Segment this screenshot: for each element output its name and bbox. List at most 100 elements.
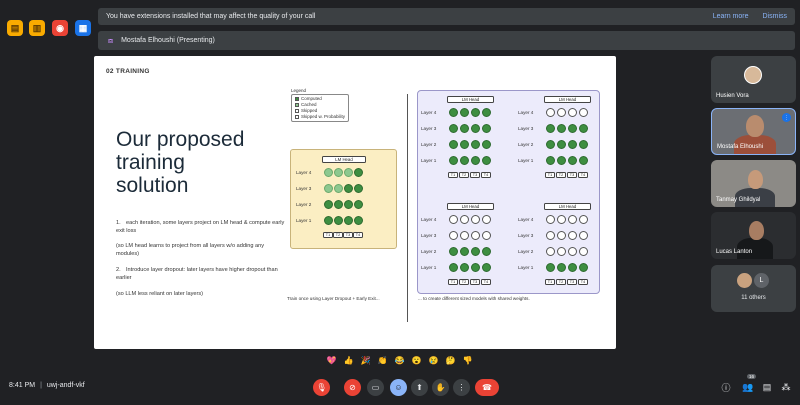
chat-icon[interactable]: ▤ [761,381,773,393]
token-box: T4 [353,232,363,238]
info-icon[interactable]: ⓘ [720,381,732,393]
layer-node [568,215,577,224]
layer-node [449,215,458,224]
layer-node [344,216,353,225]
layer-node [471,140,480,149]
mic-off-button[interactable]: 🎙 [313,379,330,396]
layer-node [449,263,458,272]
slide-bullet-2: 2. Introduce layer dropout: later layers … [116,266,286,282]
lm-head-box: LM Head [544,96,591,103]
slide-title: Our proposed training solution [116,128,245,197]
layer-node [449,156,458,165]
extension-docs-icon[interactable]: ▥ [29,20,45,36]
layer-node [557,231,566,240]
reaction-emoji[interactable]: 😂 [393,354,406,367]
layer-node [449,140,458,149]
people-icon[interactable]: 👥 [742,381,754,393]
layer-node [449,247,458,256]
training-diagram: LM Head Layer 4 Layer 3 Layer 2 Layer 1 T1 T2 T… [290,149,397,249]
token-box: T1 [448,172,458,178]
emoji-icon: ☺ [394,383,403,392]
reaction-emoji[interactable]: 😢 [427,354,440,367]
reaction-emoji[interactable]: 💖 [325,354,338,367]
layer-node [546,140,555,149]
layer-label: Layer 4 [421,217,437,222]
avatar [737,273,752,288]
layer-node [568,247,577,256]
layer-node [557,140,566,149]
reaction-emoji[interactable]: 👍 [342,354,355,367]
reaction-emoji[interactable]: 🎉 [359,354,372,367]
more-options-button[interactable]: ⋮ [453,379,470,396]
layer-node [324,184,333,193]
slide-bullet-2-note: (so LLM less reliant on later layers) [116,291,204,297]
slide-divider [407,94,408,322]
token-box: T3 [470,279,480,285]
participant-tile-presenter[interactable]: ⋮ Mostafa Elhoushi [711,108,796,155]
layer-node [568,263,577,272]
layer-node [557,108,566,117]
caption-models: ... to create different sized models wit… [418,296,530,301]
reaction-emoji[interactable]: 👏 [376,354,389,367]
layer-node [471,231,480,240]
layer-node [546,156,555,165]
slide-section-label: 02 TRAINING [106,68,150,75]
token-box: T1 [545,279,555,285]
dismiss-link[interactable]: Dismiss [763,13,788,20]
layer-node [471,156,480,165]
layer-node [460,247,469,256]
layer-node [482,215,491,224]
participant-name: Tanmay Ghildyal [716,197,761,203]
caption-train: Train once using Layer Dropout + Early E… [287,296,380,301]
participant-count-badge: 16 [747,374,757,379]
present-screen-icon: ⧈ [108,35,114,45]
legend-title: Legend [291,88,307,93]
layer-node [460,231,469,240]
layer-node [460,124,469,133]
slide-bullet-1: 1. each iteration, some layers project on… [116,219,286,235]
layer-node [568,140,577,149]
slide-bullet-1-note: (so LM head learns to project from all l… [116,243,264,257]
extension-record-icon[interactable]: ◉ [52,20,68,36]
layer-node [354,184,363,193]
leave-call-button[interactable]: ☎ [475,379,499,396]
participant-tile[interactable]: Husien Vora [711,56,796,103]
layer-node [557,124,566,133]
avatar-initial: L [754,273,769,288]
camera-off-icon: ⊘ [349,383,356,392]
reaction-emoji[interactable]: 😮 [410,354,423,367]
captions-button[interactable]: ▭ [367,379,384,396]
emoji-button[interactable]: ☺ [390,379,407,396]
layer-label: Layer 3 [421,233,437,238]
presented-slide: 02 TRAINING Our proposed training soluti… [94,56,616,349]
token-box: T1 [323,232,333,238]
layer-node [579,108,588,117]
raise-hand-button[interactable]: ✋ [432,379,449,396]
others-tile[interactable]: L 11 others [711,265,796,312]
layer-node [334,184,343,193]
camera-off-button[interactable]: ⊘ [344,379,361,396]
reaction-emoji[interactable]: 🤔 [444,354,457,367]
present-button[interactable]: ⬆ [411,379,428,396]
reaction-emoji[interactable]: 👎 [461,354,474,367]
participant-tile[interactable]: Tanmay Ghildyal [711,160,796,207]
warning-text: You have extensions installed that may a… [106,13,316,20]
layer-node [460,156,469,165]
extension-blue-icon[interactable]: ▦ [75,20,91,36]
layer-node [334,216,343,225]
presenter-name: Mostafa Elhoushi (Presenting) [121,37,215,44]
layer-node [471,247,480,256]
legend-item: Skipped w. Probability [295,114,345,120]
token-box: T4 [578,172,588,178]
lm-head-box: LM Head [544,203,591,210]
participant-tile[interactable]: Lucas Lanton [711,212,796,259]
activities-icon[interactable]: ⁂ [780,381,792,393]
token-box: T1 [545,172,555,178]
layer-node [557,156,566,165]
layer-node [546,231,555,240]
presenting-banner: ⧈ Mostafa Elhoushi (Presenting) [98,31,795,50]
avatar [744,66,762,84]
extension-notes-icon[interactable]: ▤ [7,20,23,36]
legend-label: Skipped w. Probability [301,114,346,119]
learn-more-link[interactable]: Learn more [713,13,749,20]
